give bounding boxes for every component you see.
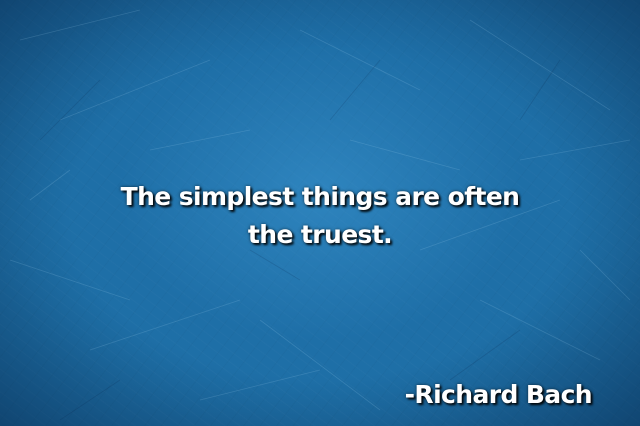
quote-line-1: The simplest things are often <box>120 182 520 211</box>
quote-line-2: the truest. <box>247 220 393 249</box>
quote-author: -Richard Bach <box>404 380 593 409</box>
quote-text: The simplest things are often the truest… <box>0 178 640 254</box>
quote-card-background: The simplest things are often the truest… <box>0 0 640 426</box>
